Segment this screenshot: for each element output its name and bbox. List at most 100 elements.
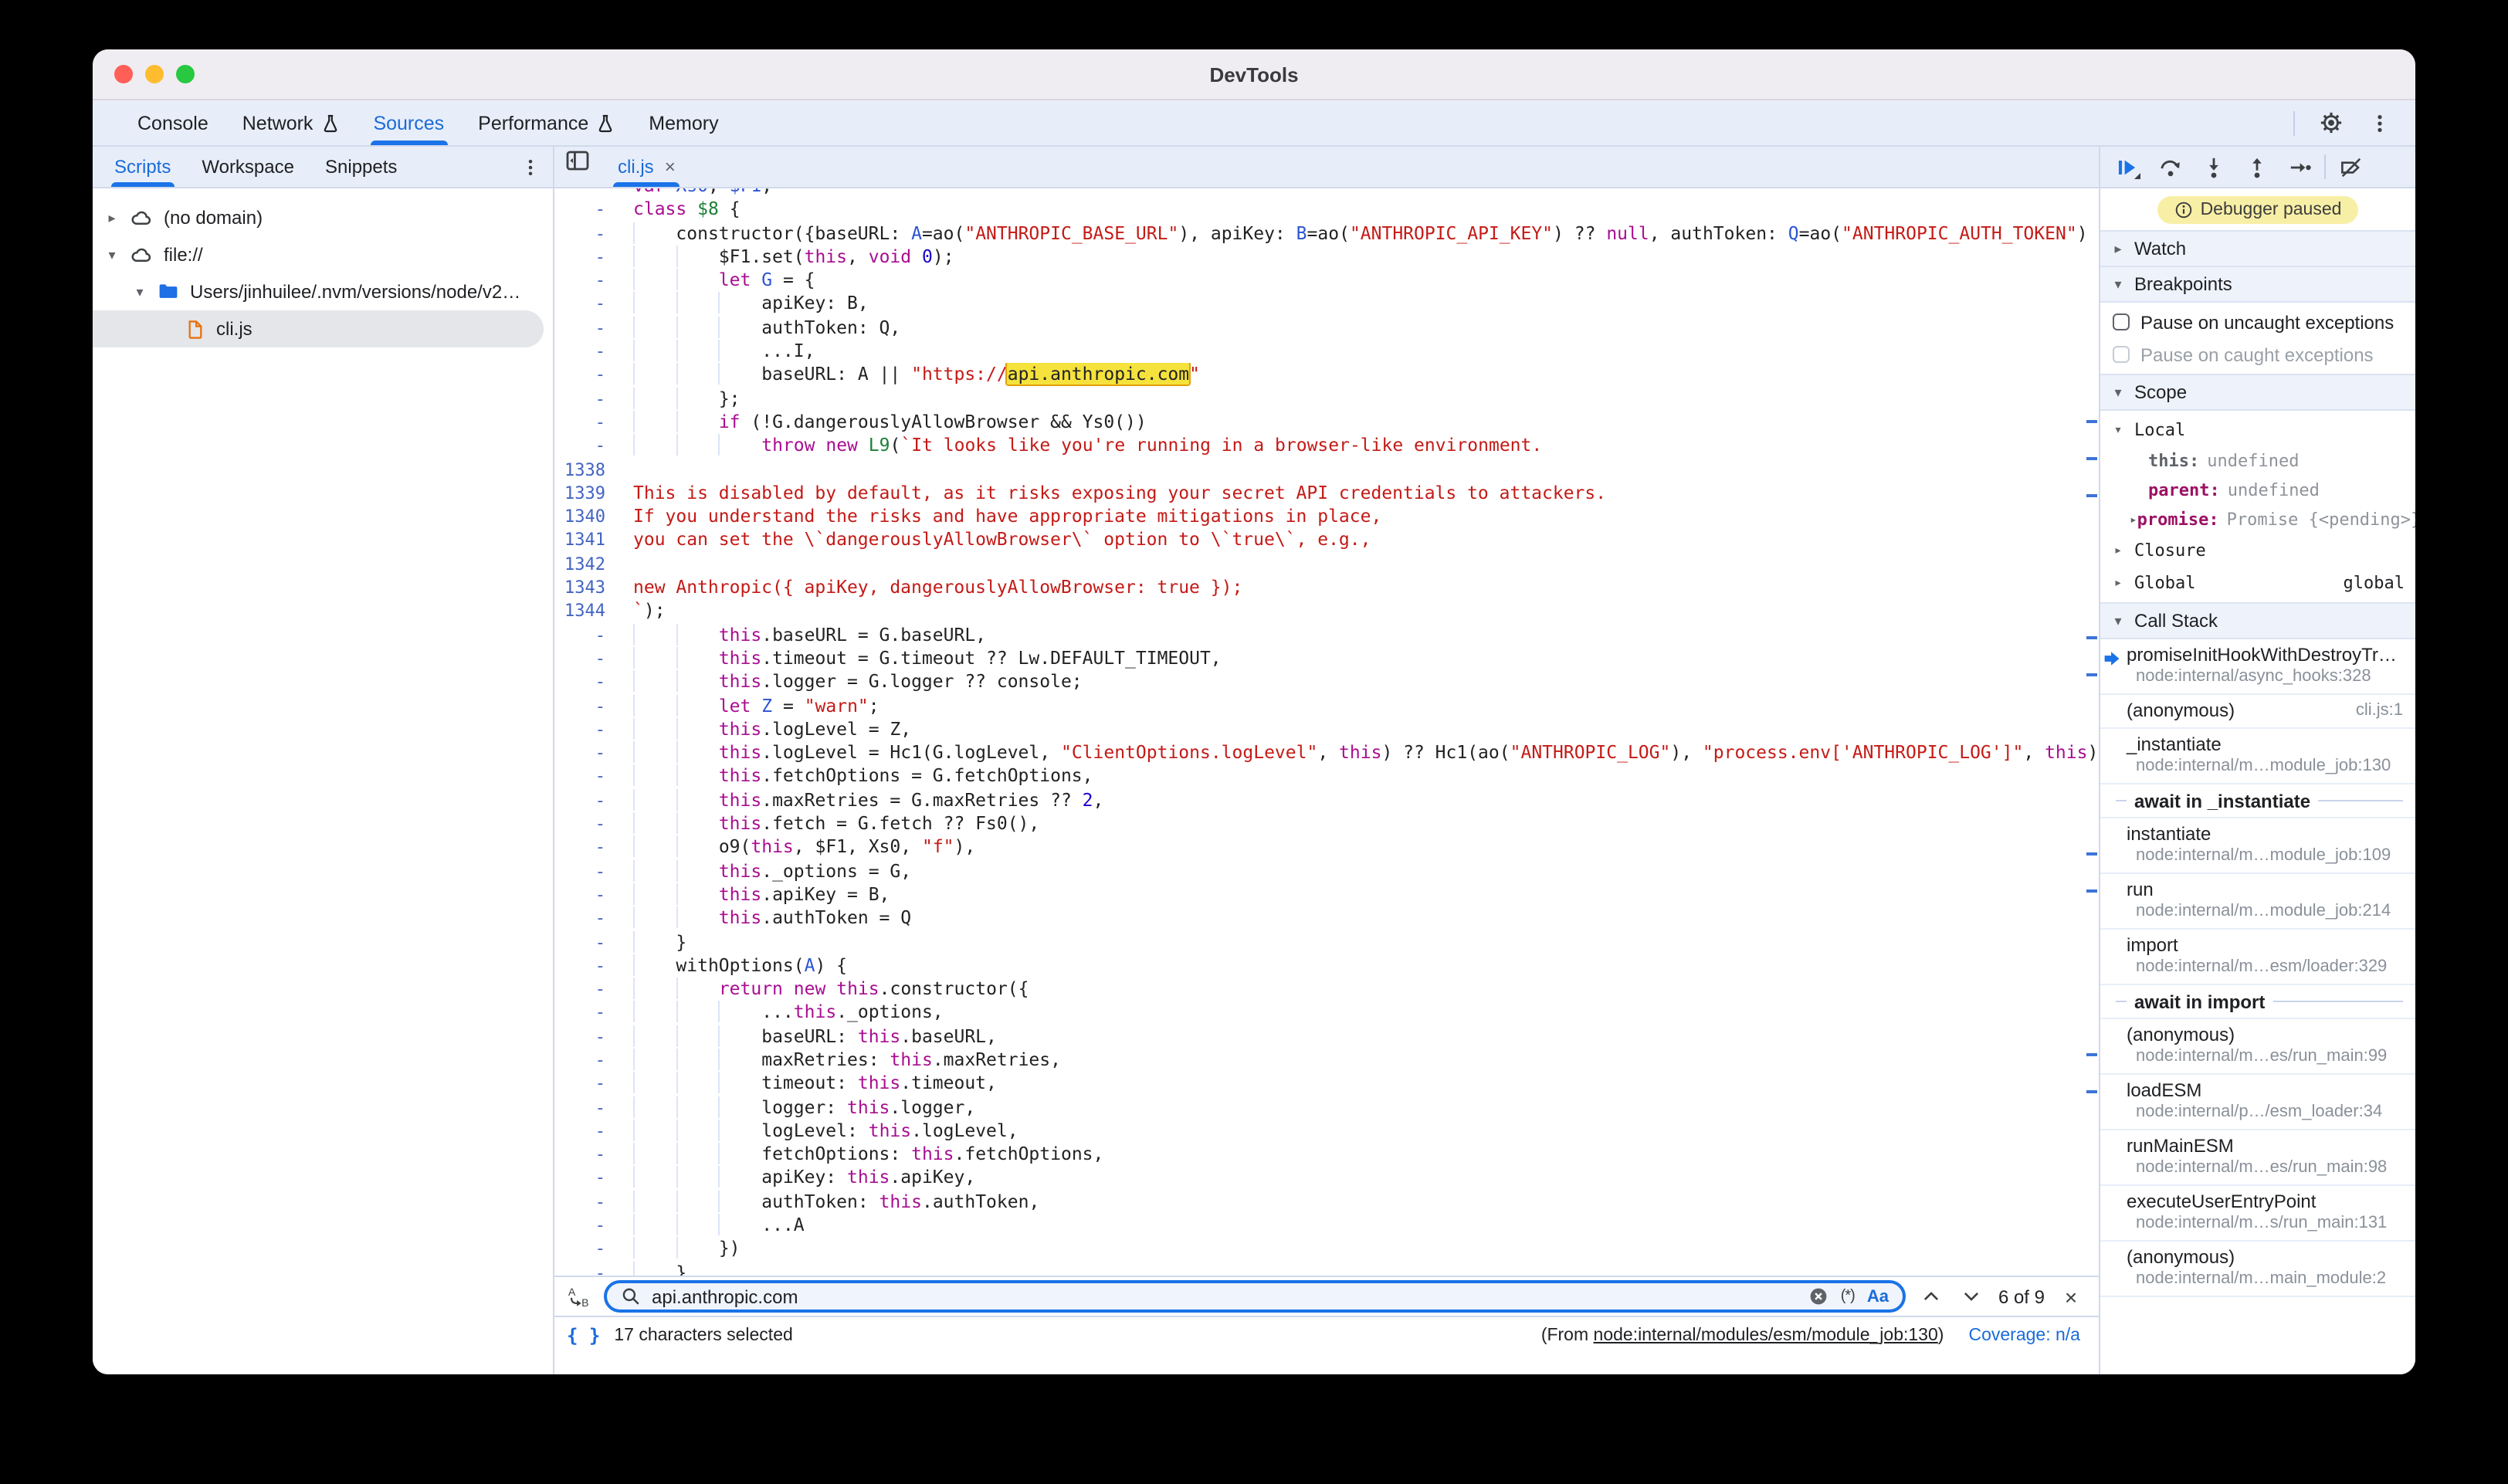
previous-match-icon[interactable] [1918, 1282, 1946, 1310]
line-gutter[interactable] [554, 188, 625, 198]
line-gutter[interactable]: 1341 [554, 529, 625, 553]
main-tab-performance[interactable]: Performance [461, 100, 632, 145]
line-gutter[interactable]: - [554, 694, 625, 718]
line-gutter[interactable]: - [554, 977, 625, 1001]
line-gutter[interactable]: - [554, 1191, 625, 1215]
step-out-icon[interactable] [2238, 150, 2275, 184]
sidebar-tab-workspace[interactable]: Workspace [186, 147, 310, 187]
line-gutter[interactable]: 1340 [554, 505, 625, 529]
next-match-icon[interactable] [1958, 1282, 1986, 1310]
tree-item-cli-js[interactable]: cli.js [93, 310, 544, 347]
section-call-stack[interactable]: ▾Call Stack [2100, 602, 2415, 639]
toggle-navigator-icon[interactable] [554, 147, 601, 174]
call-stack-frame[interactable]: executeUserEntryPointnode:internal/m…s/r… [2100, 1186, 2415, 1242]
scope-variable[interactable]: this:undefined [2100, 446, 2415, 476]
line-gutter[interactable]: - [554, 293, 625, 317]
scope-variable[interactable]: ▸promise:Promise {<pending>} [2100, 505, 2415, 534]
line-gutter[interactable]: - [554, 246, 625, 269]
match-case-toggle-icon[interactable]: Aa [1867, 1287, 1889, 1306]
close-window-button[interactable] [114, 65, 133, 83]
line-gutter[interactable]: - [554, 647, 625, 671]
line-gutter[interactable]: - [554, 930, 625, 954]
regex-toggle-icon[interactable]: (*) [1841, 1288, 1855, 1305]
call-stack-frame[interactable]: loadESMnode:internal/p…/esm_loader:34 [2100, 1075, 2415, 1130]
call-stack-frame[interactable]: (anonymous)node:internal/m…main_module:2 [2100, 1242, 2415, 1297]
line-gutter[interactable]: - [554, 1261, 625, 1276]
origin-link[interactable]: node:internal/modules/esm/module_job:130 [1594, 1326, 1938, 1345]
search-input[interactable]: api.anthropic.com (*) Aa [604, 1280, 1906, 1313]
line-gutter[interactable]: - [554, 387, 625, 411]
main-tab-console[interactable]: Console [120, 100, 225, 145]
scope-group-closure[interactable]: ▸Closure [2100, 534, 2415, 567]
sidebar-tab-scripts[interactable]: Scripts [99, 147, 186, 187]
line-gutter[interactable]: - [554, 1214, 625, 1238]
line-gutter[interactable]: - [554, 1001, 625, 1025]
line-gutter[interactable]: - [554, 222, 625, 246]
tree-item--no-domain-[interactable]: ▸(no domain) [93, 199, 553, 236]
line-gutter[interactable]: - [554, 364, 625, 388]
resume-script-icon[interactable] [2108, 150, 2145, 184]
call-stack-frame[interactable]: _instantiatenode:internal/m…module_job:1… [2100, 729, 2415, 784]
scope-variable[interactable]: parent:undefined [2100, 476, 2415, 505]
call-stack-frame[interactable]: (anonymous)node:internal/m…es/run_main:9… [2100, 1019, 2415, 1075]
line-gutter[interactable]: - [554, 317, 625, 341]
call-stack-frame[interactable]: importnode:internal/m…esm/loader:329 [2100, 930, 2415, 985]
breakpoint-option[interactable]: Pause on caught exceptions [2100, 338, 2415, 371]
main-tab-memory[interactable]: Memory [632, 100, 735, 145]
call-stack-frame[interactable]: runnode:internal/m…module_job:214 [2100, 874, 2415, 930]
line-gutter[interactable]: - [554, 906, 625, 930]
close-tab-icon[interactable]: × [665, 156, 676, 178]
line-gutter[interactable]: - [554, 788, 625, 812]
section-scope[interactable]: ▾Scope [2100, 374, 2415, 411]
section-watch[interactable]: ▸Watch [2100, 230, 2415, 267]
line-gutter[interactable]: 1339 [554, 482, 625, 506]
step-over-icon[interactable] [2151, 150, 2188, 184]
pretty-print-icon[interactable]: { } [567, 1325, 600, 1347]
main-tab-network[interactable]: Network [225, 100, 357, 145]
line-gutter[interactable]: - [554, 883, 625, 907]
step-into-icon[interactable] [2194, 150, 2232, 184]
coverage-link[interactable]: Coverage: n/a [1968, 1326, 2080, 1345]
line-gutter[interactable]: 1338 [554, 458, 625, 482]
sidebar-tab-snippets[interactable]: Snippets [310, 147, 412, 187]
line-gutter[interactable]: - [554, 1049, 625, 1072]
scope-group-global[interactable]: ▸Globalglobal [2100, 567, 2415, 599]
line-gutter[interactable]: - [554, 954, 625, 978]
call-stack-frame[interactable]: runMainESMnode:internal/m…es/run_main:98 [2100, 1130, 2415, 1186]
close-search-icon[interactable]: × [2057, 1282, 2085, 1310]
zoom-window-button[interactable] [176, 65, 195, 83]
line-gutter[interactable]: - [554, 765, 625, 789]
replace-toggle-icon[interactable]: AB [564, 1282, 591, 1310]
line-gutter[interactable]: - [554, 741, 625, 765]
minimize-window-button[interactable] [145, 65, 164, 83]
line-gutter[interactable]: - [554, 670, 625, 694]
line-gutter[interactable]: - [554, 411, 625, 435]
line-gutter[interactable]: - [554, 859, 625, 883]
tree-item-file-[interactable]: ▾file:// [93, 236, 553, 273]
navigator-more-icon[interactable] [516, 153, 544, 181]
line-gutter[interactable]: - [554, 812, 625, 836]
scope-group-local[interactable]: ▾Local [2100, 414, 2415, 446]
editor-tab-clijs[interactable]: cli.js × [601, 147, 693, 187]
line-gutter[interactable]: - [554, 623, 625, 647]
line-gutter[interactable]: - [554, 1167, 625, 1191]
call-stack-frame[interactable]: (anonymous)cli.js:1 [2100, 695, 2415, 729]
line-gutter[interactable]: - [554, 1143, 625, 1167]
line-gutter[interactable]: - [554, 1096, 625, 1120]
step-icon[interactable] [2281, 150, 2318, 184]
line-gutter[interactable]: - [554, 1072, 625, 1096]
line-gutter[interactable]: 1342 [554, 553, 625, 577]
line-gutter[interactable]: - [554, 1238, 625, 1262]
line-gutter[interactable]: - [554, 718, 625, 742]
line-gutter[interactable]: - [554, 836, 625, 860]
line-gutter[interactable]: - [554, 269, 625, 293]
checkbox-icon[interactable] [2113, 313, 2130, 330]
more-options-icon[interactable] [2366, 109, 2394, 137]
clear-search-icon[interactable] [1808, 1286, 1828, 1306]
code-area[interactable]: var Xs0, $F1;-class $8 {- constructor({b… [554, 188, 2099, 1276]
line-gutter[interactable]: - [554, 1025, 625, 1049]
breakpoint-option[interactable]: Pause on uncaught exceptions [2100, 306, 2415, 338]
main-tab-sources[interactable]: Sources [356, 100, 461, 145]
line-gutter[interactable]: 1344 [554, 600, 625, 624]
settings-gear-icon[interactable] [2317, 109, 2344, 137]
